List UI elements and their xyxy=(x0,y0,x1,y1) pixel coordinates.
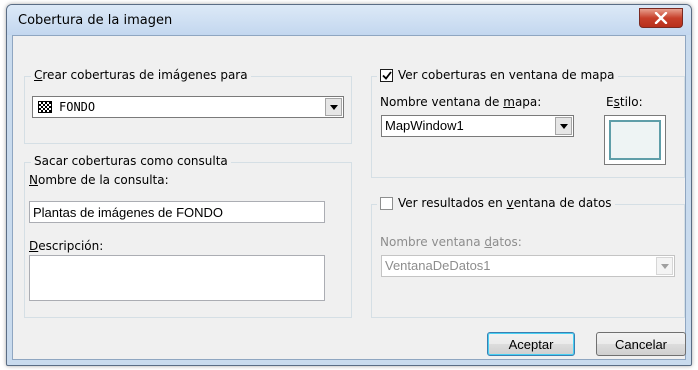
data-window-value: VentanaDeDatos1 xyxy=(385,258,491,273)
data-window-checkbox-label: Ver resultados en ventana de datos xyxy=(398,196,612,210)
map-window-group: Ver coberturas en ventana de mapa Nombre… xyxy=(371,68,685,178)
style-preview-swatch xyxy=(609,120,661,160)
style-preview-button[interactable] xyxy=(604,115,666,165)
style-label: Estilo: xyxy=(606,95,643,109)
image-source-value: FONDO xyxy=(59,100,96,114)
query-name-label: Nombre de la consulta: xyxy=(29,173,169,187)
image-source-dropdown-button[interactable] xyxy=(325,98,342,116)
query-name-input[interactable] xyxy=(30,202,324,222)
create-coverage-legend: Crear coberturas de imágenes para xyxy=(31,68,251,82)
map-window-combo[interactable]: MapWindow1 xyxy=(381,115,574,137)
query-group-legend: Sacar coberturas como consulta xyxy=(31,154,231,168)
image-source-combo[interactable]: FONDO xyxy=(32,96,344,118)
create-coverage-group: Crear coberturas de imágenes para FONDO xyxy=(24,68,352,144)
chevron-down-icon xyxy=(329,104,338,110)
chevron-down-icon xyxy=(559,123,568,129)
description-input[interactable] xyxy=(30,256,324,300)
data-window-checkbox[interactable] xyxy=(380,196,393,210)
map-window-legend: Ver coberturas en ventana de mapa xyxy=(377,68,618,82)
dialog-client-area: Crear coberturas de imágenes para FONDO … xyxy=(12,35,686,360)
checkered-layer-icon xyxy=(38,101,52,113)
dialog-window: Cobertura de la imagen Crear coberturas … xyxy=(6,4,692,366)
data-window-group: Ver resultados en ventana de datos Nombr… xyxy=(371,196,685,318)
cancel-button[interactable]: Cancelar xyxy=(596,332,686,356)
data-window-legend: Ver resultados en ventana de datos xyxy=(377,196,615,210)
checkmark-icon xyxy=(381,70,392,80)
close-icon xyxy=(654,12,668,24)
description-label: Descripción: xyxy=(29,239,104,253)
map-window-checkbox-label: Ver coberturas en ventana de mapa xyxy=(398,68,615,82)
data-window-name-label: Nombre ventana datos: xyxy=(380,235,522,249)
close-button[interactable] xyxy=(639,8,683,28)
chevron-down-icon xyxy=(660,263,669,269)
description-field[interactable] xyxy=(29,255,325,301)
map-window-checkbox[interactable] xyxy=(380,68,393,82)
map-window-dropdown-button[interactable] xyxy=(555,117,572,135)
query-name-field[interactable] xyxy=(29,201,325,223)
window-title: Cobertura de la imagen xyxy=(18,13,173,28)
data-window-dropdown-button[interactable] xyxy=(656,257,673,275)
query-group: Sacar coberturas como consulta Nombre de… xyxy=(24,154,352,318)
map-window-value: MapWindow1 xyxy=(385,118,464,133)
title-bar[interactable]: Cobertura de la imagen xyxy=(7,5,691,35)
data-window-combo[interactable]: VentanaDeDatos1 xyxy=(381,255,675,277)
accept-button[interactable]: Aceptar xyxy=(487,332,575,356)
map-window-name-label: Nombre ventana de mapa: xyxy=(380,95,542,109)
